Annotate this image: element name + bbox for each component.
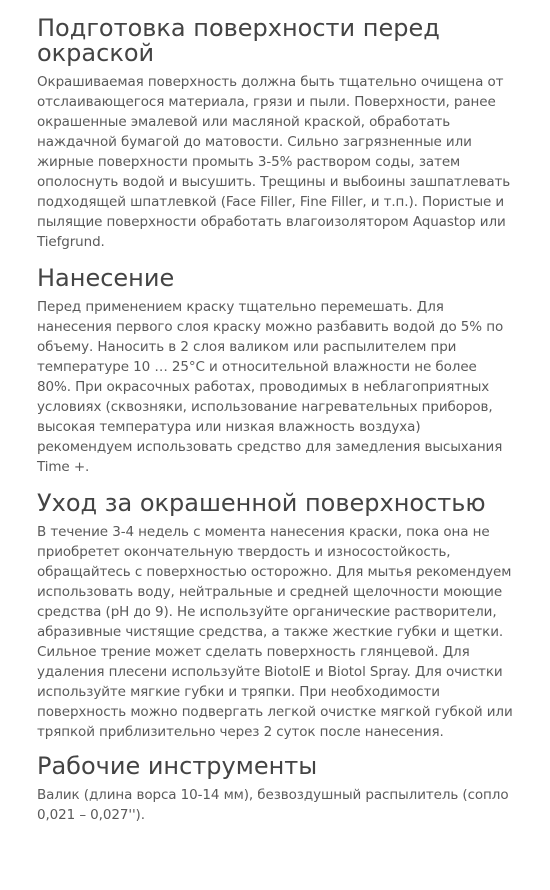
- section-surface-care: Уход за окрашенной поверхностью В течени…: [37, 491, 514, 742]
- section-body: Окрашиваемая поверхность должна быть тща…: [37, 74, 511, 250]
- section-body: Перед применением краску тщательно перем…: [37, 299, 504, 475]
- document-page: Подготовка поверхности перед окраской Ок…: [0, 0, 550, 890]
- section-application: Нанесение Перед применением краску тщате…: [37, 266, 514, 477]
- section-working-tools: Рабочие инструменты Валик (длина ворса 1…: [37, 754, 514, 825]
- section-body: Валик (длина ворса 10-14 мм), безвоздушн…: [37, 787, 509, 823]
- section-body: В течение 3-4 недель с момента нанесения…: [37, 524, 513, 740]
- section-heading: Подготовка поверхности перед окраской: [37, 14, 440, 67]
- section-heading: Рабочие инструменты: [37, 752, 318, 780]
- section-surface-preparation: Подготовка поверхности перед окраской Ок…: [37, 16, 514, 252]
- section-heading: Нанесение: [37, 264, 175, 292]
- section-heading: Уход за окрашенной поверхностью: [37, 489, 486, 517]
